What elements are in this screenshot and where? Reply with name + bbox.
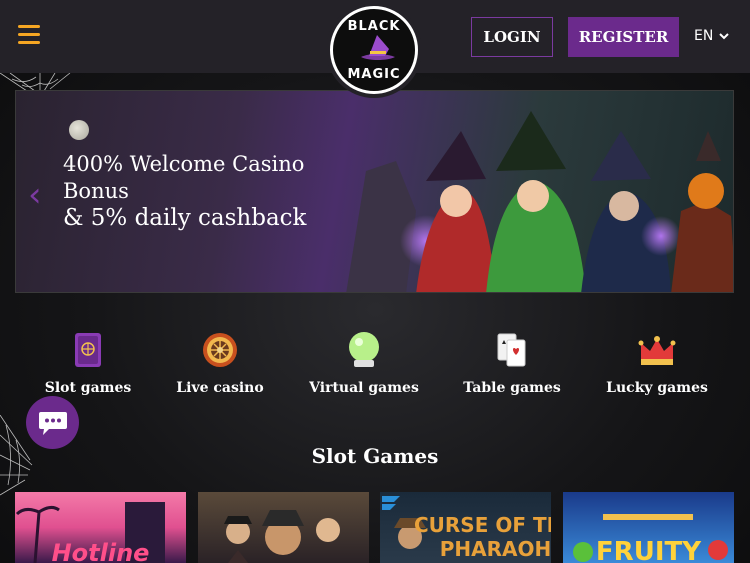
language-label: EN <box>694 28 714 44</box>
category-label: Lucky games <box>606 380 708 396</box>
chevron-left-icon[interactable]: ‹ <box>28 175 42 215</box>
category-virtual-games[interactable]: Virtual games <box>304 330 424 396</box>
category-live-casino[interactable]: Live casino <box>160 330 280 396</box>
promo-banner[interactable]: ‹ 400% Welcome Casino Bonus & 5% daily c… <box>15 90 734 293</box>
category-label: Live casino <box>176 380 264 396</box>
chat-bubble-icon <box>38 411 67 435</box>
register-button[interactable]: REGISTER <box>568 17 679 57</box>
spellbook-icon <box>75 333 101 367</box>
witch-hat-icon <box>361 35 395 60</box>
playing-cards-icon <box>497 333 526 367</box>
banner-line2: Bonus <box>63 179 129 203</box>
hamburger-icon[interactable] <box>18 25 40 45</box>
chevron-down-icon <box>719 32 730 39</box>
category-slot-games[interactable]: Slot games <box>28 330 148 396</box>
crystal-ball-icon <box>349 332 379 367</box>
crown-icon <box>638 336 676 365</box>
game-title: Hotline <box>51 539 150 563</box>
section-title: Slot Games <box>311 444 439 468</box>
game-tile[interactable]: FRUITY <box>563 492 734 563</box>
chat-button[interactable] <box>26 396 79 449</box>
logo-text-bottom: MAGIC <box>347 67 401 82</box>
game-tile[interactable]: Hotline <box>15 492 186 563</box>
category-lucky-games[interactable]: Lucky games <box>597 330 717 396</box>
banner-line3: & 5% daily cashback <box>63 205 307 231</box>
roulette-icon <box>203 333 237 367</box>
banner-line1: 400% Welcome Casino <box>63 152 305 176</box>
brand-logo[interactable]: BLACK MAGIC <box>330 6 418 94</box>
language-selector[interactable]: EN <box>694 28 730 44</box>
witches-illustration <box>346 111 733 292</box>
game-title: FRUITY <box>595 537 702 563</box>
category-label: Slot games <box>44 380 132 396</box>
game-title: CURSE OF THE PHARAOH <box>413 513 551 561</box>
game-tile[interactable]: CURSE OF THE PHARAOH <box>380 492 551 563</box>
moon-icon <box>69 120 89 140</box>
category-label: Virtual games <box>309 380 419 396</box>
login-button[interactable]: LOGIN <box>471 17 553 57</box>
gangsters-art <box>224 510 340 563</box>
category-label: Table games <box>463 380 561 396</box>
banner-headline: 400% Welcome Casino Bonus & 5% daily cas… <box>63 151 323 232</box>
category-table-games[interactable]: Table games <box>452 330 572 396</box>
game-tile[interactable] <box>198 492 369 563</box>
